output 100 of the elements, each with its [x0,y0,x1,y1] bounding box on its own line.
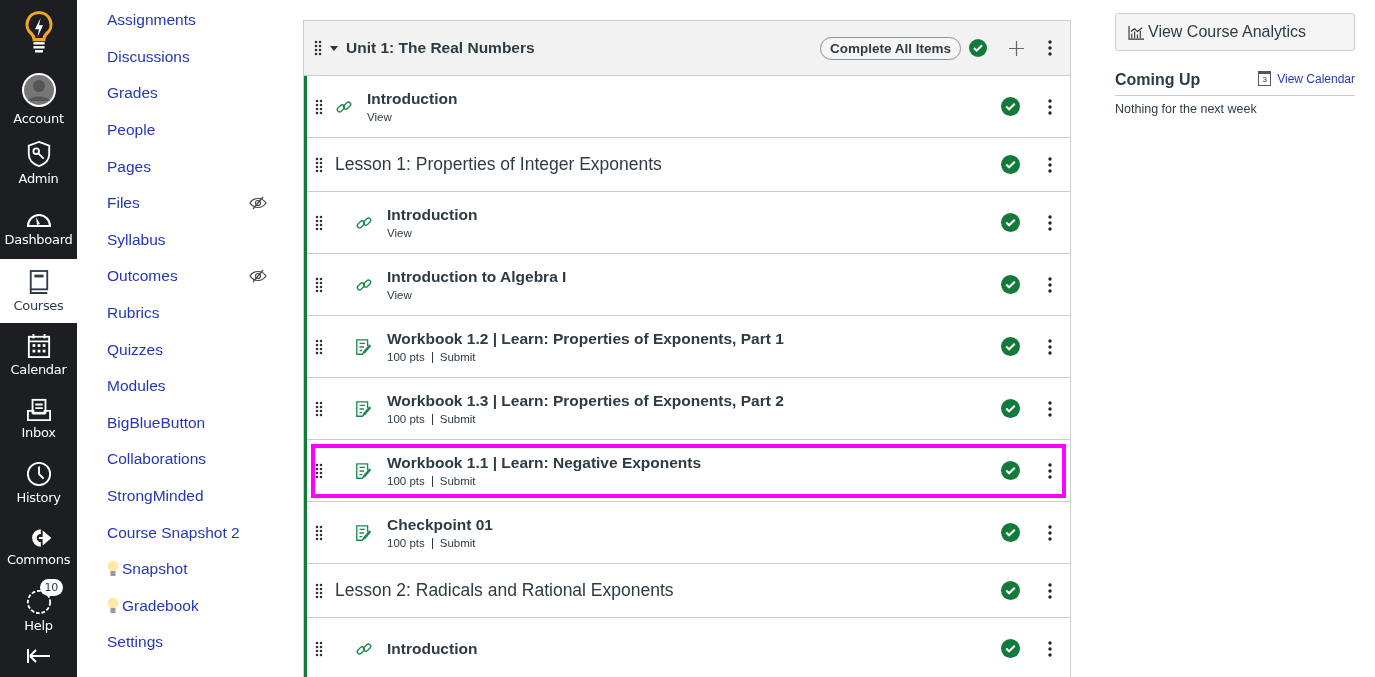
item-meta-text: 100 pts [387,537,425,549]
item-meta-text: Submit [439,537,476,549]
module-item-title[interactable]: Workbook 1.2 | Learn: Properties of Exponents, Part 1 [387,330,1001,348]
more-options-icon[interactable] [1048,98,1052,115]
drag-handle-icon[interactable] [314,40,322,56]
drag-handle-icon[interactable] [315,156,323,173]
more-options-icon[interactable] [1048,400,1052,417]
drag-handle-icon[interactable] [315,400,323,417]
course-nav-link[interactable]: Settings [107,624,303,661]
module-item-title[interactable]: Lesson 1: Properties of Integer Exponents [335,154,1001,175]
module-item-row[interactable]: Workbook 1.1 | Learn: Negative Exponents 100 pts Submit [307,440,1070,502]
course-nav-link[interactable]: Course Snapshot 2 [107,514,303,551]
course-nav-link[interactable]: Assignments [107,2,303,39]
course-nav-link[interactable]: Gradebook [107,587,303,625]
course-nav-link[interactable]: Quizzes [107,331,303,368]
calendar-icon [26,333,51,359]
assignment-icon [355,337,373,356]
course-nav-link[interactable]: StrongMinded [107,477,303,515]
course-nav-link[interactable]: Pages [107,148,303,185]
course-nav-link[interactable]: Collaborations [107,441,303,478]
module-item-row[interactable]: Workbook 1.3 | Learn: Properties of Exponents, Part 2 100 pts Submit [307,378,1070,440]
module-item-row[interactable]: Workbook 1.2 | Learn: Properties of Exponents, Part 1 100 pts Submit [307,316,1070,378]
more-options-icon[interactable] [1048,582,1052,599]
module-item-title[interactable]: Workbook 1.3 | Learn: Properties of Exponents, Part 2 [387,392,1001,410]
drag-handle-icon[interactable] [315,338,323,355]
nav-link[interactable]: Dashboard [0,195,77,259]
bar-chart-icon [1128,24,1145,40]
module-item-row[interactable]: Introduction View [307,76,1070,138]
course-nav-link[interactable]: Outcomes [107,258,303,295]
item-meta-text: Submit [439,351,476,363]
collapse-caret-icon[interactable] [330,44,338,52]
clock-icon [25,461,52,487]
item-meta-text: 100 pts [387,475,425,487]
course-nav-link[interactable]: Modules [107,367,303,405]
assignment-icon [355,399,373,418]
drag-handle-icon[interactable] [315,98,323,115]
complete-all-items-button[interactable]: Complete All Items [819,36,961,60]
nav-link[interactable]: Courses [0,259,77,323]
module-item-title[interactable]: Checkpoint 01 [387,516,1001,534]
drag-handle-icon[interactable] [315,214,323,231]
lightbulb-logo-icon[interactable] [22,10,55,55]
more-options-icon[interactable] [1048,462,1052,479]
nav-link[interactable]: Inbox [0,387,77,451]
course-nav-link[interactable]: People [107,111,303,149]
view-course-analytics-button[interactable]: View Course Analytics [1115,13,1355,51]
module-item-title[interactable]: Introduction to Algebra I [387,268,1001,286]
assignment-icon [355,523,373,542]
module-title: Unit 1: The Real Numbers [346,39,536,57]
assignment-icon [355,461,373,480]
module-item-title[interactable]: Introduction [387,206,1001,224]
user-avatar-icon [20,72,57,108]
module-item-title[interactable]: Introduction [387,639,1001,658]
add-icon[interactable] [1009,40,1024,56]
course-nav-link[interactable]: Snapshot [107,550,303,588]
collapse-arrow-icon[interactable] [25,649,52,663]
more-options-icon[interactable] [1048,276,1052,293]
module-item-row[interactable]: Lesson 1: Properties of Integer Exponents [307,138,1070,192]
item-meta-text: View [367,111,392,123]
item-meta-text: View [387,289,412,301]
empty-state-text: Nothing for the next week [1115,102,1258,116]
nav-link[interactable]: Admin [0,131,77,195]
book-icon [27,269,50,295]
item-meta-text: Submit [439,413,476,425]
view-calendar-link[interactable]: 3 View Calendar [1258,71,1355,86]
drag-handle-icon[interactable] [315,640,323,657]
module-item-row[interactable]: Lesson 2: Radicals and Rational Exponents [307,564,1070,618]
lightbulb-icon [107,595,119,616]
course-nav-link[interactable]: BigBlueButton [107,404,303,442]
nav-link[interactable]: 10 Help [0,579,77,643]
nav-link[interactable]: Account [0,67,77,131]
shield-key-icon [25,140,52,168]
module-item-row[interactable]: Introduction [307,618,1070,677]
help-icon [25,589,52,615]
item-meta-text: View [387,227,412,239]
drag-handle-icon[interactable] [315,582,323,599]
more-options-icon[interactable] [1048,338,1052,355]
course-nav-link[interactable]: Files [107,184,303,222]
drag-handle-icon[interactable] [315,524,323,541]
module-item-title[interactable]: Workbook 1.1 | Learn: Negative Exponents [387,454,1001,472]
module-item-row[interactable]: Introduction View [307,192,1070,254]
nav-link[interactable]: Commons [0,515,77,579]
module-item-row[interactable]: Checkpoint 01 100 pts Submit [307,502,1070,564]
more-options-icon[interactable] [1048,40,1052,56]
module-item-row[interactable]: Introduction to Algebra I View [307,254,1070,316]
inbox-icon [25,398,52,422]
notification-count: 10 [39,579,63,596]
module-item-title[interactable]: Lesson 2: Radicals and Rational Exponents [335,580,1001,601]
nav-link[interactable]: History [0,451,77,515]
course-nav-link[interactable]: Discussions [107,38,303,76]
course-nav-link[interactable]: Grades [107,75,303,112]
more-options-icon[interactable] [1048,214,1052,231]
course-nav-link[interactable]: Rubrics [107,294,303,332]
more-options-icon[interactable] [1048,524,1052,541]
course-nav-link[interactable]: Syllabus [107,221,303,259]
module-item-title[interactable]: Introduction [367,90,1001,108]
drag-handle-icon[interactable] [315,276,323,293]
more-options-icon[interactable] [1048,156,1052,173]
drag-handle-icon[interactable] [315,462,323,479]
nav-link[interactable]: Calendar [0,323,77,387]
more-options-icon[interactable] [1048,640,1052,657]
